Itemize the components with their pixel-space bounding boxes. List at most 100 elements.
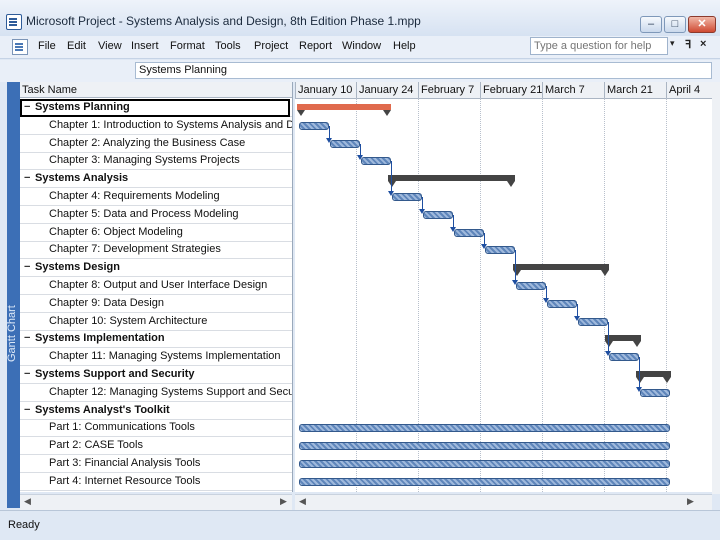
task-row[interactable]: Chapter 2: Analyzing the Business Case [20,135,292,153]
dependency-arrowhead [419,208,425,214]
task-name: Part 3: Financial Analysis Tools [49,457,201,469]
task-bar[interactable] [423,210,453,219]
menu-report[interactable]: Report [299,40,332,52]
task-name: Systems Design [35,261,120,274]
summary-bar-end [388,181,396,188]
summary-task-row[interactable]: − Systems Support and Security [20,366,292,384]
project-app-icon[interactable] [6,14,22,30]
search-dropdown-icon[interactable]: ▾ [670,38,675,49]
restore-document-icon[interactable]: ꟻ [685,38,691,51]
task-name: Chapter 9: Data Design [49,296,164,309]
week-gridline [480,98,481,492]
dependency-arrowhead [357,155,363,161]
grid-horizontal-scrollbar[interactable]: ◀ ▶ [20,494,292,510]
view-bar-label-text: Gantt Chart [6,305,18,362]
task-bar[interactable] [392,192,422,201]
summary-task-row[interactable]: − Systems Analyst's Toolkit [20,402,292,420]
task-row[interactable]: Chapter 6: Object Modeling [20,224,292,242]
menu-window[interactable]: Window [342,40,381,52]
document-icon[interactable] [12,39,28,55]
task-bar[interactable] [299,121,329,130]
task-row[interactable]: Chapter 7: Development Strategies [20,241,292,260]
task-bar[interactable] [299,442,670,451]
summary-bar-end [663,376,671,383]
task-bar[interactable] [516,281,546,290]
task-name: Systems Analyst's Toolkit [35,403,170,416]
menu-help[interactable]: Help [393,40,416,52]
task-row[interactable]: Chapter 8: Output and User Interface Des… [20,277,292,295]
summary-bar[interactable] [297,103,391,110]
menu-project[interactable]: Project [254,40,288,52]
help-search-input[interactable] [530,37,668,55]
collapse-icon[interactable]: − [24,369,31,380]
task-row[interactable]: Part 3: Financial Analysis Tools [20,455,292,473]
task-row[interactable]: Chapter 12: Managing Systems Support and… [20,384,292,402]
task-bar[interactable] [609,353,639,362]
task-row[interactable]: Chapter 3: Managing Systems Projects [20,152,292,171]
task-name-column-header[interactable]: Task Name [20,82,292,98]
task-bar[interactable] [640,388,670,397]
task-row[interactable]: Chapter 10: System Architecture [20,313,292,331]
collapse-icon[interactable]: − [24,173,31,184]
entry-field[interactable]: Systems Planning [135,62,712,79]
task-bar[interactable] [299,477,670,486]
menu-view[interactable]: View [98,40,122,52]
task-bar[interactable] [547,299,577,308]
menu-file[interactable]: File [38,40,56,52]
task-row[interactable]: Chapter 5: Data and Process Modeling [20,206,292,224]
week-gridline [666,98,667,492]
menu-insert[interactable]: Insert [131,40,159,52]
task-bar[interactable] [299,424,670,433]
chart-scroll-right-icon[interactable]: ▶ [687,496,694,507]
task-row[interactable]: Chapter 11: Managing Systems Implementat… [20,348,292,367]
summary-bar-end [601,270,609,277]
task-row[interactable]: Chapter 9: Data Design [20,295,292,313]
scroll-right-icon[interactable]: ▶ [280,496,287,507]
task-row[interactable]: Part 1: Communications Tools [20,419,292,438]
week-gridline [418,98,419,492]
maximize-button[interactable]: □ [664,16,686,33]
scroll-left-icon[interactable]: ◀ [24,496,31,507]
task-bar[interactable] [454,228,484,237]
timescale-label: February 7 [418,82,474,98]
summary-task-row[interactable]: − Systems Implementation [20,330,292,349]
chart-scroll-left-icon[interactable]: ◀ [299,496,306,507]
task-bar[interactable] [330,139,360,148]
menu-format[interactable]: Format [170,40,205,52]
dependency-arrowhead [481,244,487,250]
task-bar[interactable] [361,157,391,166]
task-bar[interactable] [485,246,515,255]
task-name: Chapter 10: System Architecture [49,314,208,327]
task-row[interactable]: Chapter 1: Introduction to Systems Analy… [20,117,292,135]
task-name: Systems Support and Security [35,368,195,380]
window-title: Microsoft Project - Systems Analysis and… [26,14,421,28]
view-bar[interactable]: Gantt Chart [6,82,20,508]
vertical-scrollbar[interactable] [712,82,720,494]
task-row[interactable]: Part 4: Internet Resource Tools [20,473,292,491]
selected-cell[interactable] [20,99,290,117]
task-name: Systems Analysis [35,172,129,185]
close-document-icon[interactable]: × [700,38,706,50]
collapse-icon[interactable]: − [24,333,31,344]
minimize-button[interactable]: – [640,16,662,33]
summary-task-row[interactable]: − Systems Design [20,259,292,278]
chart-horizontal-scrollbar[interactable]: ◀ ▶ [295,494,712,510]
task-bar[interactable] [299,459,670,468]
collapse-icon[interactable]: − [24,404,31,415]
status-text: Ready [8,519,40,531]
timescale-label: March 7 [542,82,585,98]
collapse-icon[interactable]: − [24,262,31,273]
summary-bar[interactable] [388,175,515,182]
summary-bar[interactable] [513,264,609,271]
dependency-arrowhead [326,137,332,143]
menu-edit[interactable]: Edit [67,40,86,52]
task-bar[interactable] [578,317,608,326]
dependency-arrowhead [605,351,611,357]
application-window: Microsoft Project - Systems Analysis and… [0,0,720,540]
close-button[interactable]: ✕ [688,16,716,33]
summary-task-row[interactable]: − Systems Analysis [20,170,292,189]
task-row[interactable]: Chapter 4: Requirements Modeling [20,188,292,206]
task-row[interactable]: Part 2: CASE Tools [20,437,292,456]
menu-tools[interactable]: Tools [215,40,241,52]
task-name: Part 2: CASE Tools [49,439,143,452]
